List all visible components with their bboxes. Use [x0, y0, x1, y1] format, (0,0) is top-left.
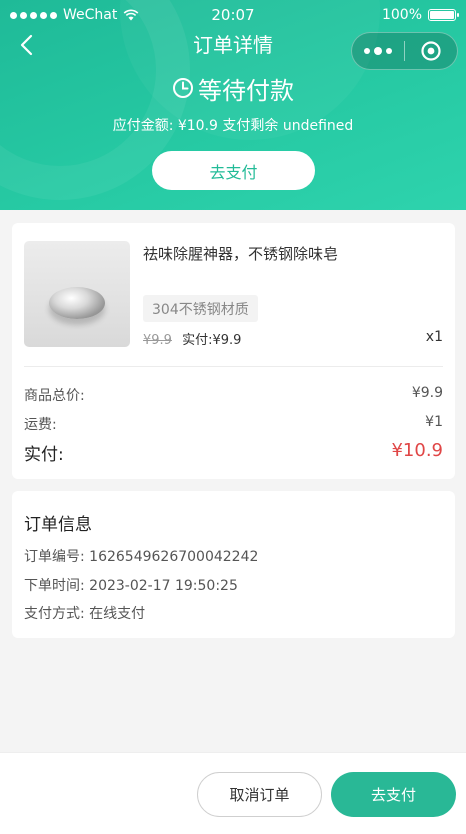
paid-total-row: 实付: ¥10.9: [24, 440, 443, 465]
product-name[interactable]: 祛味除腥神器，不锈钢除味皂: [143, 243, 338, 264]
order-number: 订单编号: 1626549626700042242: [24, 549, 259, 565]
order-status: 等待付款: [0, 72, 466, 105]
pay-now-button[interactable]: 去支付: [152, 151, 315, 190]
battery-icon: [428, 9, 459, 21]
clock-icon: [173, 78, 193, 98]
items-total-label: 商品总价:: [24, 388, 85, 404]
order-status-label: 等待付款: [198, 76, 294, 105]
items-total-row: 商品总价: ¥9.9: [24, 385, 443, 405]
paid-total-value: ¥10.9: [391, 440, 443, 461]
items-total-value: ¥9.9: [411, 385, 443, 401]
shipping-row: 运费: ¥1: [24, 414, 443, 434]
shipping-value: ¥1: [425, 414, 443, 430]
pay-button[interactable]: 去支付: [331, 772, 456, 817]
product-card: 祛味除腥神器，不锈钢除味皂 304不锈钢材质 ¥9.9 实付:¥9.9 x1 商…: [12, 223, 455, 479]
soap-illustration: [49, 287, 105, 319]
target-icon: [421, 41, 441, 61]
product-image[interactable]: [24, 241, 130, 347]
original-price: ¥9.9: [143, 333, 172, 348]
payment-method: 支付方式: 在线支付: [24, 606, 146, 622]
bottom-action-bar: 取消订单 去支付: [0, 752, 466, 834]
miniprogram-capsule: [351, 32, 458, 70]
product-prices: ¥9.9 实付:¥9.9: [143, 329, 241, 348]
paid-price: 实付:¥9.9: [182, 333, 242, 348]
order-time: 下单时间: 2023-02-17 19:50:25: [24, 578, 238, 594]
cancel-order-button[interactable]: 取消订单: [197, 772, 322, 817]
close-miniprogram-button[interactable]: [405, 32, 457, 70]
divider: [24, 366, 443, 367]
product-quantity: x1: [425, 329, 443, 345]
payment-due-info: 应付金额: ¥10.9 支付剩余 undefined: [112, 118, 354, 134]
product-spec-tag: 304不锈钢材质: [143, 295, 258, 322]
paid-total-label: 实付:: [24, 445, 64, 465]
order-status-header: WeChat 20:07 100% 订单详情 等待付款 应付金额: ¥10.9 …: [0, 0, 466, 210]
order-info-card: 订单信息 订单编号: 1626549626700042242 下单时间: 202…: [12, 491, 455, 638]
more-menu-button[interactable]: [352, 32, 404, 70]
order-info-title: 订单信息: [24, 515, 92, 535]
shipping-label: 运费:: [24, 417, 57, 433]
status-bar: WeChat 20:07 100%: [0, 0, 466, 32]
battery-percent: 100%: [381, 7, 422, 23]
